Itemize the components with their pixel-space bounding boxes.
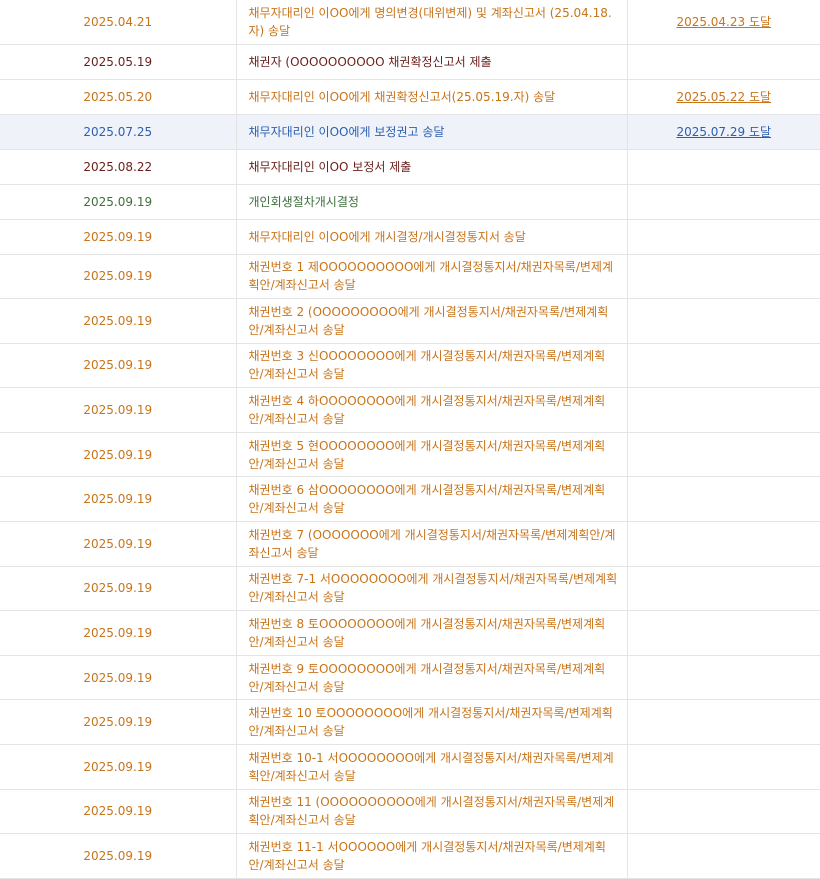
row-date: 2025.09.19 xyxy=(0,699,237,746)
row-description: 채권번호 6 삼OOOOOOOO에게 개시결정통지서/채권자목록/변제계획안/계… xyxy=(236,476,628,523)
table-row: 2025.09.19 채권번호 11-1 서OOOOOO에게 개시결정통지서/채권… xyxy=(0,833,820,879)
row-received-cell xyxy=(627,254,820,300)
row-description: 채무자대리인 이OO에게 보정권고 송달 xyxy=(236,114,628,150)
row-date: 2025.05.19 xyxy=(0,44,237,80)
row-description: 채권번호 11-1 서OOOOOO에게 개시결정통지서/채권자목록/변제계획안/… xyxy=(236,833,628,879)
row-received-cell xyxy=(627,44,820,80)
table-row: 2025.09.19 채권번호 1 제OOOOOOOOOO에게 개시결정통지서/채… xyxy=(0,254,820,300)
table-row: 2025.09.19 채권번호 3 신OOOOOOOO에게 개시결정통지서/채권자… xyxy=(0,343,820,389)
row-received-cell xyxy=(627,699,820,746)
row-date: 2025.09.19 xyxy=(0,343,237,389)
row-description: 채권번호 11 (OOOOOOOOOO에게 개시결정통지서/채권자목록/변제계획… xyxy=(236,789,628,835)
table-row: 2025.09.19 채권번호 6 삼OOOOOOOO에게 개시결정통지서/채권자… xyxy=(0,476,820,523)
row-date: 2025.09.19 xyxy=(0,432,237,478)
row-received-cell xyxy=(627,566,820,612)
row-description: 채권번호 5 현OOOOOOOO에게 개시결정통지서/채권자목록/변제계획안/계… xyxy=(236,432,628,478)
row-received-cell xyxy=(627,432,820,478)
table-row: 2025.09.19 채권번호 10-1 서OOOOOOOO에게 개시결정통지서/… xyxy=(0,744,820,790)
row-date: 2025.09.19 xyxy=(0,566,237,612)
row-description: 채권번호 8 토OOOOOOOO에게 개시결정통지서/채권자목록/변제계획안/계… xyxy=(236,610,628,656)
table-row: 2025.05.20 채무자대리인 이OO에게 채권확정신고서(25.05.19.… xyxy=(0,79,820,115)
row-received-cell xyxy=(627,343,820,389)
row-date: 2025.09.19 xyxy=(0,298,237,344)
row-date: 2025.09.19 xyxy=(0,610,237,656)
proceedings-table-body: 2025.04.21 채무자대리인 이OO에게 명의변경(대위변제) 및 계좌신고… xyxy=(0,0,820,879)
table-row: 2025.09.19 채권번호 7-1 서OOOOOOOO에게 개시결정통지서/채… xyxy=(0,566,820,612)
row-received-cell xyxy=(627,789,820,835)
row-description: 채권번호 1 제OOOOOOOOOO에게 개시결정통지서/채권자목록/변제계획안… xyxy=(236,254,628,300)
row-date: 2025.09.19 xyxy=(0,387,237,433)
table-row: 2025.07.25 채무자대리인 이OO에게 보정권고 송달 2025.07.29… xyxy=(0,114,820,150)
row-received-cell xyxy=(627,149,820,185)
row-description: 채권번호 10 토OOOOOOOO에게 개시결정통지서/채권자목록/변제계획안/… xyxy=(236,699,628,746)
row-date: 2025.09.19 xyxy=(0,521,237,567)
table-row: 2025.09.19 채무자대리인 이OO에게 개시결정/개시결정통지서 송달 xyxy=(0,219,820,255)
table-row: 2025.09.19 채권번호 2 (OOOOOOOOO에게 개시결정통지서/채권… xyxy=(0,298,820,344)
row-received-cell: 2025.05.22 도달 xyxy=(627,79,820,115)
row-date: 2025.07.25 xyxy=(0,114,237,150)
row-date: 2025.05.20 xyxy=(0,79,237,115)
row-description: 채무자대리인 이OO에게 개시결정/개시결정통지서 송달 xyxy=(236,219,628,255)
row-description: 채권번호 7 (OOOOOOO에게 개시결정통지서/채권자목록/변제계획안/계좌… xyxy=(236,521,628,567)
row-received-cell xyxy=(627,833,820,879)
row-received-cell xyxy=(627,610,820,656)
row-date: 2025.04.21 xyxy=(0,0,237,45)
table-row: 2025.09.19 채권번호 8 토OOOOOOOO에게 개시결정통지서/채권자… xyxy=(0,610,820,656)
row-description: 채권번호 7-1 서OOOOOOOO에게 개시결정통지서/채권자목록/변제계획안… xyxy=(236,566,628,612)
proceedings-table: 2025.04.21 채무자대리인 이OO에게 명의변경(대위변제) 및 계좌신고… xyxy=(0,0,820,879)
table-row: 2025.09.19 채권번호 5 현OOOOOOOO에게 개시결정통지서/채권자… xyxy=(0,432,820,478)
received-date-link[interactable]: 2025.04.23 도달 xyxy=(676,15,771,29)
table-row: 2025.05.19 채권자 (OOOOOOOOOO 채권확정신고서 제출 xyxy=(0,44,820,80)
row-description: 채무자대리인 이OO에게 명의변경(대위변제) 및 계좌신고서 (25.04.1… xyxy=(236,0,628,45)
row-date: 2025.09.19 xyxy=(0,476,237,523)
row-date: 2025.09.19 xyxy=(0,655,237,701)
row-description: 채무자대리인 이OO 보정서 제출 xyxy=(236,149,628,185)
row-date: 2025.09.19 xyxy=(0,254,237,300)
table-row: 2025.09.19 채권번호 9 토OOOOOOOO에게 개시결정통지서/채권자… xyxy=(0,655,820,701)
row-received-cell xyxy=(627,521,820,567)
row-description: 채권번호 9 토OOOOOOOO에게 개시결정통지서/채권자목록/변제계획안/계… xyxy=(236,655,628,701)
row-description: 채무자대리인 이OO에게 채권확정신고서(25.05.19.자) 송달 xyxy=(236,79,628,115)
row-date: 2025.09.19 xyxy=(0,744,237,790)
received-date-link[interactable]: 2025.07.29 도달 xyxy=(676,125,771,139)
row-received-cell xyxy=(627,655,820,701)
row-description: 채권번호 4 하OOOOOOOO에게 개시결정통지서/채권자목록/변제계획안/계… xyxy=(236,387,628,433)
received-date-link[interactable]: 2025.05.22 도달 xyxy=(676,90,771,104)
row-received-cell xyxy=(627,387,820,433)
row-date: 2025.09.19 xyxy=(0,219,237,255)
table-row: 2025.09.19 개인회생절차개시결정 xyxy=(0,184,820,220)
row-description: 채권번호 2 (OOOOOOOOO에게 개시결정통지서/채권자목록/변제계획안/… xyxy=(236,298,628,344)
row-received-cell xyxy=(627,219,820,255)
row-description: 채권자 (OOOOOOOOOO 채권확정신고서 제출 xyxy=(236,44,628,80)
row-date: 2025.08.22 xyxy=(0,149,237,185)
row-description: 개인회생절차개시결정 xyxy=(236,184,628,220)
row-description: 채권번호 3 신OOOOOOOO에게 개시결정통지서/채권자목록/변제계획안/계… xyxy=(236,343,628,389)
row-received-cell: 2025.04.23 도달 xyxy=(627,0,820,45)
row-received-cell xyxy=(627,476,820,523)
table-row: 2025.09.19 채권번호 11 (OOOOOOOOOO에게 개시결정통지서/… xyxy=(0,789,820,835)
row-received-cell xyxy=(627,184,820,220)
row-received-cell xyxy=(627,744,820,790)
table-row: 2025.04.21 채무자대리인 이OO에게 명의변경(대위변제) 및 계좌신고… xyxy=(0,0,820,45)
row-date: 2025.09.19 xyxy=(0,789,237,835)
row-date: 2025.09.19 xyxy=(0,833,237,879)
row-received-cell: 2025.07.29 도달 xyxy=(627,114,820,150)
row-date: 2025.09.19 xyxy=(0,184,237,220)
row-description: 채권번호 10-1 서OOOOOOOO에게 개시결정통지서/채권자목록/변제계획… xyxy=(236,744,628,790)
table-row: 2025.09.19 채권번호 4 하OOOOOOOO에게 개시결정통지서/채권자… xyxy=(0,387,820,433)
table-row: 2025.09.19 채권번호 7 (OOOOOOO에게 개시결정통지서/채권자목… xyxy=(0,521,820,567)
table-row: 2025.08.22 채무자대리인 이OO 보정서 제출 xyxy=(0,149,820,185)
row-received-cell xyxy=(627,298,820,344)
table-row: 2025.09.19 채권번호 10 토OOOOOOOO에게 개시결정통지서/채권… xyxy=(0,699,820,746)
